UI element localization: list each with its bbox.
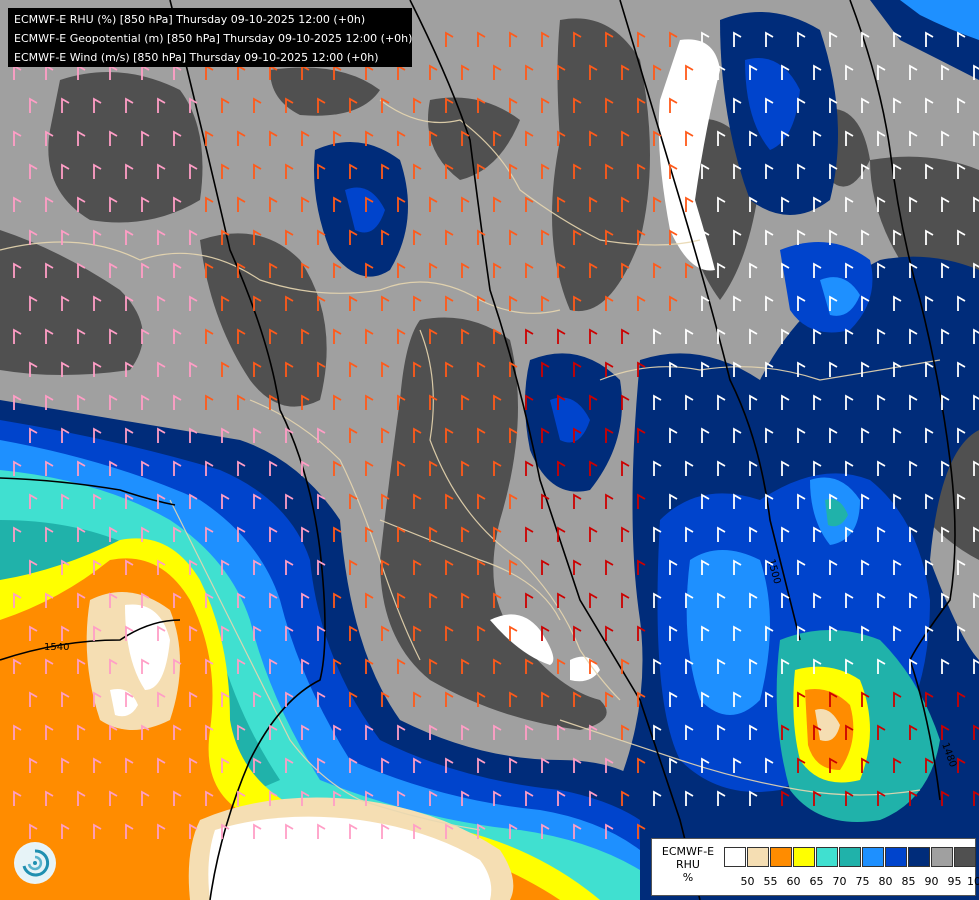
ecmwf-swirl-icon xyxy=(14,842,56,884)
legend-swatch xyxy=(816,847,838,867)
legend-tick-label: 55 xyxy=(763,875,778,888)
legend-tick-label: 95 xyxy=(947,875,962,888)
legend-tick-label: 80 xyxy=(878,875,893,888)
legend-swatch xyxy=(724,847,746,867)
legend-swatch xyxy=(862,847,884,867)
title-line-wind: ECMWF-E Wind (m/s) [850 hPa] Thursday 09… xyxy=(14,51,379,64)
legend-tick-label: 75 xyxy=(855,875,870,888)
legend-tick-label: 70 xyxy=(832,875,847,888)
legend-tick-label: 65 xyxy=(809,875,824,888)
legend-swatch xyxy=(931,847,953,867)
contour-label-1540: 1540 xyxy=(44,642,69,653)
legend-tick-label: 100 xyxy=(967,875,979,888)
legend-swatch xyxy=(793,847,815,867)
legend-model: ECMWF-E xyxy=(661,845,715,858)
legend-swatch xyxy=(770,847,792,867)
weather-map: 1500 1540 1480 xyxy=(0,0,979,900)
legend-ticks: 50 55 60 65 70 75 80 85 90 95 100 xyxy=(736,875,979,888)
map-title-box: ECMWF-E RHU (%) [850 hPa] Thursday 09-10… xyxy=(8,8,412,67)
legend-tick-label: 90 xyxy=(924,875,939,888)
legend-tick-label: 85 xyxy=(901,875,916,888)
legend-swatch xyxy=(908,847,930,867)
legend-unit: % xyxy=(682,871,694,884)
legend-swatch xyxy=(954,847,976,867)
legend-swatch xyxy=(747,847,769,867)
legend-swatch xyxy=(885,847,907,867)
legend-variable: RHU xyxy=(676,858,700,871)
legend-swatches xyxy=(724,847,977,867)
legend-tick-label: 60 xyxy=(786,875,801,888)
legend-tick-label: 50 xyxy=(740,875,755,888)
legend-swatch xyxy=(839,847,861,867)
title-line-rhu: ECMWF-E RHU (%) [850 hPa] Thursday 09-10… xyxy=(14,13,366,26)
rhu-legend: ECMWF-E RHU % 50 55 60 65 70 75 80 85 90 95 100 xyxy=(651,838,979,896)
title-line-geopotential: ECMWF-E Geopotential (m) [850 hPa] Thurs… xyxy=(14,32,413,45)
legend-title: ECMWF-E RHU % xyxy=(656,845,720,884)
